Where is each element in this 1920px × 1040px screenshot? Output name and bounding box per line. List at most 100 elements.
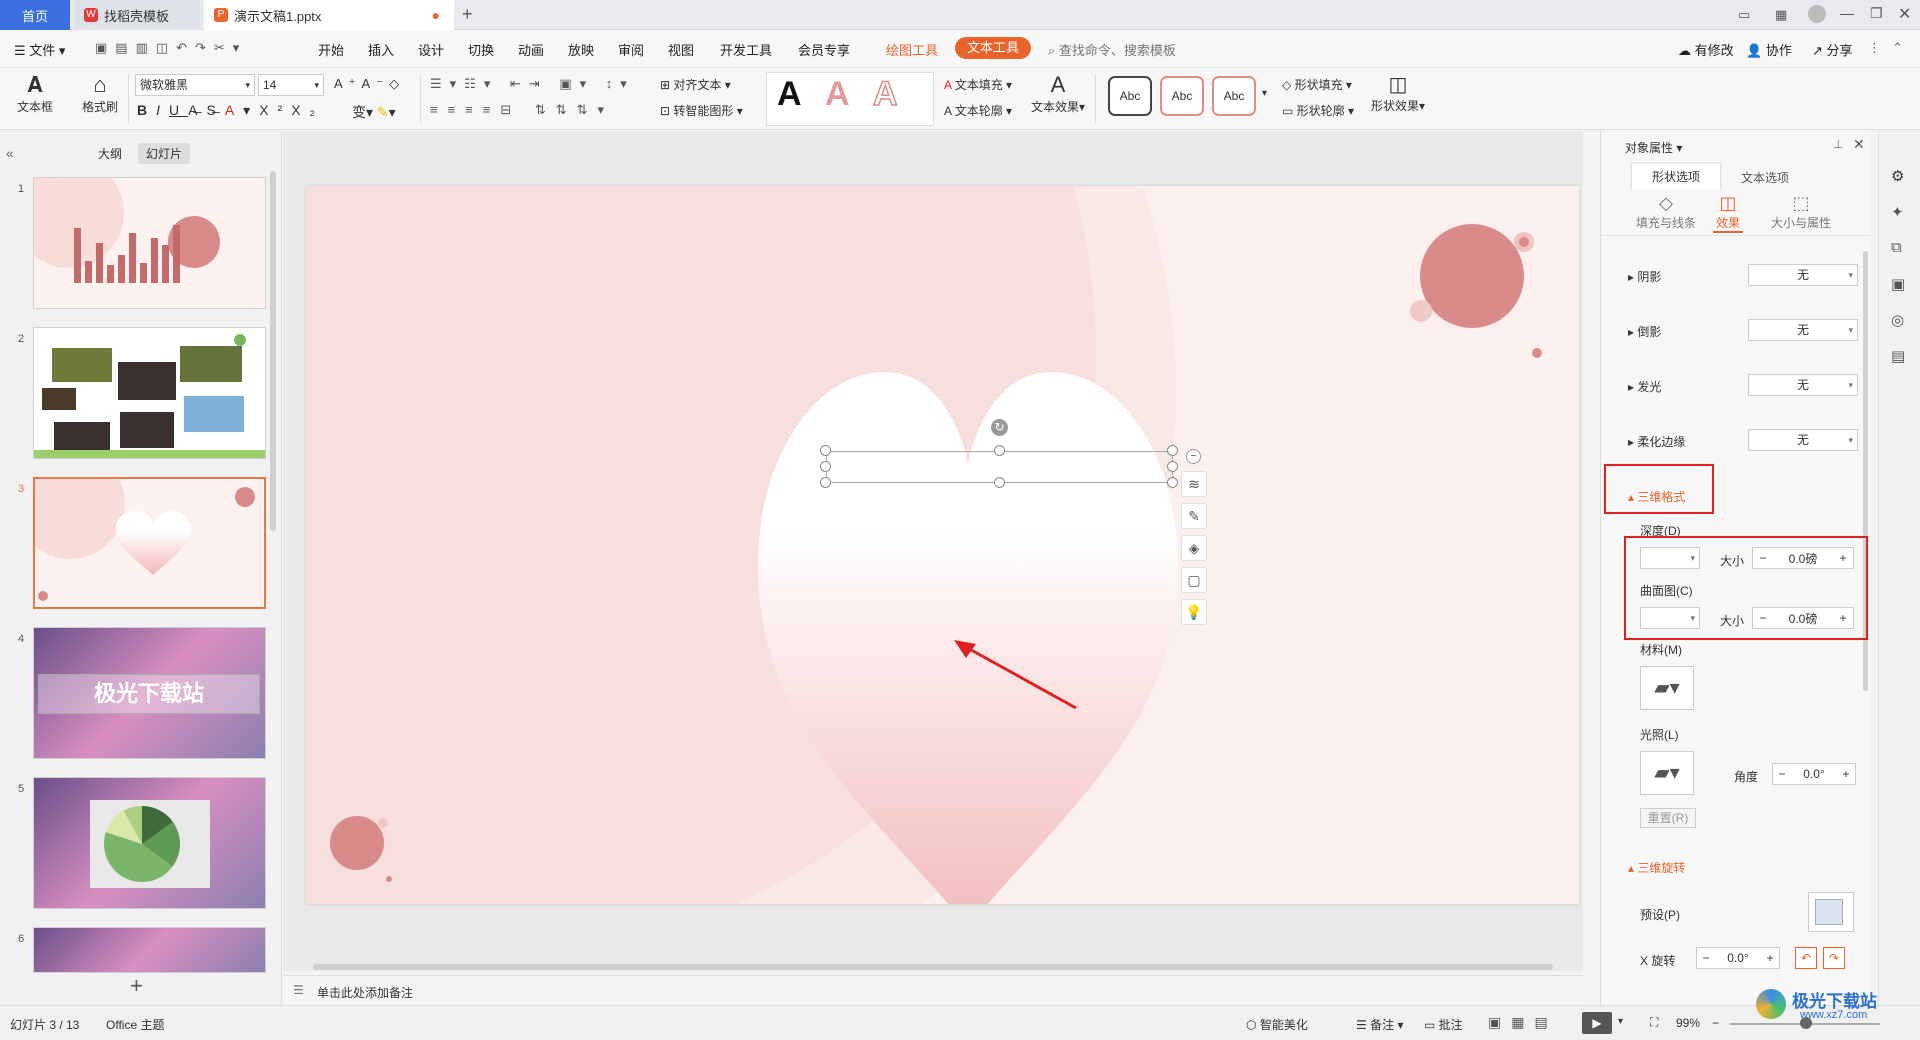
canvas-horizontal-scrollbar[interactable]: [313, 964, 1553, 970]
shape-style-1[interactable]: Abc: [1108, 76, 1152, 116]
angle-stepper[interactable]: −0.0° +: [1772, 763, 1856, 785]
shape-style-more-icon[interactable]: ▾: [1262, 88, 1267, 99]
resize-handle[interactable]: [994, 477, 1005, 488]
menu-start[interactable]: 开始: [318, 40, 344, 59]
avatar[interactable]: [1808, 5, 1826, 23]
preset-select[interactable]: [1808, 892, 1854, 932]
font-size-select[interactable]: 14 ▾: [258, 74, 324, 96]
material-select[interactable]: ▰▾: [1640, 666, 1694, 710]
resize-handle[interactable]: [820, 461, 831, 472]
list-buttons[interactable]: ☰▾☷▾ ⇤⇥ ▣▾ ↕▾: [430, 76, 635, 92]
shape-style-2[interactable]: Abc: [1160, 76, 1204, 116]
notes-bar[interactable]: ☰ 单击此处添加备注: [283, 975, 1583, 1005]
fill-bucket-icon[interactable]: ◈: [1181, 535, 1207, 561]
close-panel-icon[interactable]: ✕: [1853, 136, 1865, 153]
tab-document[interactable]: P 演示文稿1.pptx ●: [204, 0, 454, 30]
layout-icon[interactable]: ▭: [1738, 7, 1750, 23]
menu-slideshow[interactable]: 放映: [568, 40, 594, 59]
glow-select[interactable]: 无: [1748, 374, 1858, 396]
wordart-style-black[interactable]: A: [777, 75, 802, 114]
resize-handle[interactable]: [1167, 445, 1178, 456]
font-grow-shrink-clear[interactable]: A⁺A⁻◇: [334, 76, 405, 92]
pin-icon[interactable]: ⊥: [1833, 137, 1843, 151]
menu-review[interactable]: 审阅: [618, 40, 644, 59]
panel-title[interactable]: 对象属性 ▾: [1625, 139, 1682, 156]
menu-view[interactable]: 视图: [668, 40, 694, 59]
idea-icon[interactable]: 💡: [1181, 599, 1207, 625]
menu-insert[interactable]: 插入: [368, 40, 394, 59]
menu-animation[interactable]: 动画: [518, 40, 544, 59]
collapse-panel-icon[interactable]: «: [6, 145, 14, 161]
text-outline-button[interactable]: A 文本轮廓 ▾: [944, 102, 1012, 119]
format-brush-button[interactable]: ⌂ 格式刷: [78, 72, 122, 115]
slide-thumbnail-2[interactable]: [33, 327, 266, 459]
resize-handle[interactable]: [820, 477, 831, 488]
soft-edge-row[interactable]: ▸ 柔化边缘: [1628, 433, 1685, 450]
collaborate-button[interactable]: 👤 协作: [1746, 40, 1792, 59]
modified-button[interactable]: ☁ 有修改: [1678, 40, 1734, 59]
theme-name[interactable]: Office 主题: [106, 1016, 164, 1033]
paragraph-align-buttons[interactable]: ≡≡≡≡⊟ ⇅⇅⇅▾: [430, 102, 614, 118]
increment-icon[interactable]: +: [1761, 951, 1779, 965]
tab-text-options[interactable]: 文本选项: [1741, 169, 1789, 186]
slide-thumbnail-6[interactable]: [33, 927, 266, 973]
menu-design[interactable]: 设计: [418, 40, 444, 59]
subtab-fill-line[interactable]: ◇ 填充与线条: [1631, 193, 1701, 231]
slide-thumbnail-3[interactable]: [33, 477, 266, 609]
zoom-out-icon[interactable]: −: [1712, 1016, 1719, 1030]
decrement-icon[interactable]: −: [1773, 767, 1791, 781]
menu-transition[interactable]: 切换: [468, 40, 494, 59]
reset-button[interactable]: 重置(R): [1640, 808, 1696, 828]
smart-beautify-button[interactable]: ⬡ 智能美化: [1246, 1016, 1308, 1033]
glow-row[interactable]: ▸ 发光: [1628, 378, 1661, 395]
text-fill-button[interactable]: A 文本填充 ▾: [944, 76, 1012, 93]
collapse-toolbar-icon[interactable]: −: [1186, 449, 1201, 464]
layers-icon[interactable]: ≋: [1181, 471, 1207, 497]
resize-handle[interactable]: [994, 445, 1005, 456]
more-icon[interactable]: ⋮: [1868, 40, 1881, 56]
frame-icon[interactable]: ▢: [1181, 567, 1207, 593]
resize-handle[interactable]: [1167, 461, 1178, 472]
command-search[interactable]: ⌕ 查找命令、搜索模板: [1048, 40, 1176, 59]
play-options-icon[interactable]: ▾: [1618, 1016, 1623, 1027]
menu-developer[interactable]: 开发工具: [720, 40, 772, 59]
subtab-effect[interactable]: ◫ 效果: [1713, 193, 1743, 233]
highlight-icon[interactable]: 变▾ ✎▾: [352, 102, 396, 122]
tab-outline[interactable]: 大纲: [98, 145, 122, 162]
lighting-select[interactable]: ▰▾: [1640, 751, 1694, 795]
transition-icon[interactable]: ⧉: [1891, 239, 1902, 256]
book-icon[interactable]: ▤: [1891, 347, 1905, 365]
minimize-icon[interactable]: —: [1840, 5, 1854, 21]
tab-template[interactable]: W 找稻壳模板: [74, 0, 200, 30]
pen-icon[interactable]: ✎: [1181, 503, 1207, 529]
restore-icon[interactable]: ❐: [1870, 5, 1883, 22]
comments-button[interactable]: ▭ 批注: [1424, 1016, 1463, 1033]
reflection-row[interactable]: ▸ 倒影: [1628, 323, 1661, 340]
rotate-left-icon[interactable]: ↶: [1795, 947, 1817, 969]
align-text-button[interactable]: ⊞ 对齐文本 ▾: [660, 76, 731, 93]
slide-thumbnail-1[interactable]: [33, 177, 266, 309]
thumbnail-scrollbar[interactable]: [270, 171, 276, 531]
tab-slides[interactable]: 幻灯片: [138, 143, 191, 164]
zoom-level[interactable]: 99%: [1676, 1016, 1700, 1030]
resize-handle[interactable]: [820, 445, 831, 456]
shadow-select[interactable]: 无: [1748, 264, 1858, 286]
subtab-size-props[interactable]: ⬚ 大小与属性: [1761, 193, 1841, 231]
font-name-select[interactable]: 微软雅黑 ▾: [135, 74, 255, 96]
fit-window-icon[interactable]: ⛶: [1650, 1015, 1658, 1030]
shape-outline-button[interactable]: ▭ 形状轮廓 ▾: [1282, 102, 1354, 119]
properties-icon[interactable]: ⚙: [1891, 167, 1904, 185]
add-slide-icon[interactable]: +: [130, 973, 143, 999]
menu-text-tools[interactable]: 文本工具: [955, 37, 1032, 59]
shape-fill-button[interactable]: ◇ 形状填充 ▾: [1282, 76, 1352, 93]
x-rotation-value[interactable]: 0.0°: [1715, 951, 1761, 965]
location-icon[interactable]: ◎: [1891, 311, 1904, 329]
textbox-button[interactable]: 𝐀 文本框: [12, 72, 58, 115]
apps-grid-icon[interactable]: ▦: [1775, 7, 1787, 23]
smart-shape-button[interactable]: ⊡ 转智能图形 ▾: [660, 102, 743, 119]
resize-handle[interactable]: [1167, 477, 1178, 488]
new-tab-icon[interactable]: +: [462, 4, 473, 25]
shape-effect-button[interactable]: ◫ 形状效果▾: [1368, 72, 1428, 114]
font-style-buttons[interactable]: BIUA̶S̶A▾X²X₂: [137, 102, 324, 119]
text-effect-button[interactable]: A 文本效果▾: [1030, 72, 1086, 115]
